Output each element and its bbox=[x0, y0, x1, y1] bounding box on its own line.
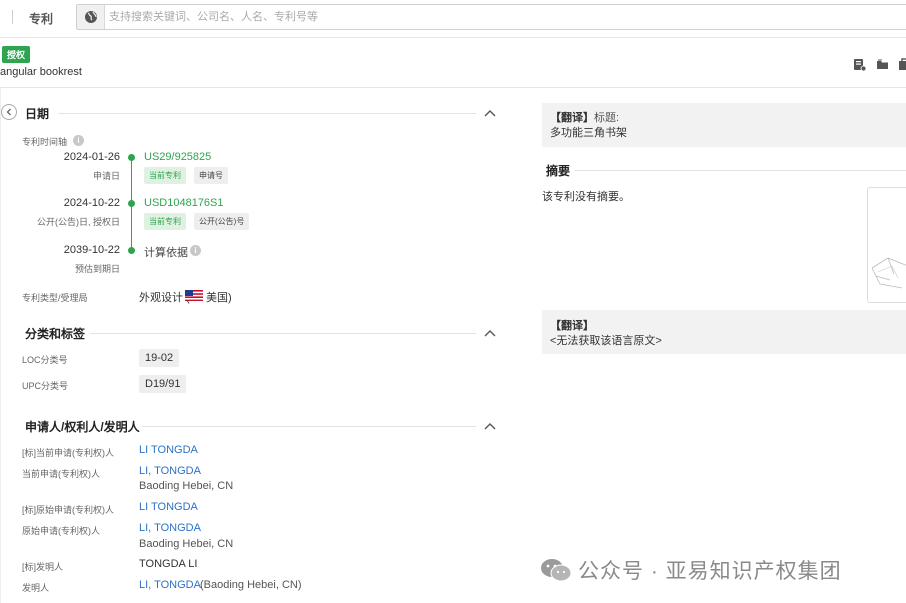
divider bbox=[58, 113, 476, 114]
party-name-link[interactable]: LI, TONGDA bbox=[139, 579, 201, 591]
search-category-select[interactable]: 专利 bbox=[29, 10, 53, 27]
watermark: 公众号 · 亚易知识产权集团 bbox=[540, 555, 842, 585]
publication-number-tag: 公开(公告)号 bbox=[194, 213, 250, 230]
chevron-left-icon bbox=[6, 108, 11, 116]
party-label: [标]当前申请(专利权)人 bbox=[22, 448, 114, 458]
chevron-up-icon[interactable] bbox=[484, 329, 496, 337]
party-label: [标]原始申请(专利权)人 bbox=[22, 505, 114, 515]
patent-drawing-thumbnail[interactable] bbox=[867, 187, 906, 303]
upc-class-value: D19/91 bbox=[139, 375, 187, 393]
translate-title-key: 标题: bbox=[594, 112, 620, 124]
collapse-sidebar-button[interactable] bbox=[1, 104, 17, 120]
party-name: TONGDA LI bbox=[139, 558, 198, 570]
top-search-bar: 专利 bbox=[0, 0, 906, 38]
loc-class-value: 19-02 bbox=[139, 349, 180, 367]
us-flag-icon bbox=[185, 290, 203, 301]
search-input[interactable] bbox=[109, 5, 869, 29]
country-value: 美国) bbox=[206, 292, 232, 304]
language-button[interactable] bbox=[77, 5, 105, 29]
translate-label: 【翻译】 bbox=[550, 320, 594, 332]
patent-type-value: 外观设计 ( bbox=[139, 292, 190, 304]
application-number-tag: 申请号 bbox=[194, 167, 228, 184]
party-location: (Baoding Hebei, CN) bbox=[200, 579, 302, 591]
party-label: 发明人 bbox=[22, 583, 50, 593]
left-panel-edge bbox=[0, 88, 1, 603]
party-name-link[interactable]: LI, TONGDA bbox=[139, 465, 201, 477]
divider bbox=[90, 333, 476, 334]
loc-class-label: LOC分类号 bbox=[22, 355, 68, 365]
current-patent-tag: 当前专利 bbox=[144, 213, 186, 230]
current-patent-tag: 当前专利 bbox=[144, 167, 186, 184]
application-number-link[interactable]: US29/925825 bbox=[144, 151, 211, 163]
timeline-label: 专利时间轴 bbox=[22, 137, 68, 147]
timeline-date: 2024-10-22 bbox=[63, 197, 120, 209]
section-title-parties: 申请人/权利人/发明人 bbox=[25, 420, 140, 434]
timeline-date-label: 申请日 bbox=[92, 171, 120, 181]
drawing-image bbox=[871, 257, 906, 289]
timeline-date: 2039-10-22 bbox=[63, 244, 120, 256]
wechat-icon bbox=[541, 559, 572, 582]
party-label: [标]发明人 bbox=[22, 562, 64, 572]
timeline-dot bbox=[128, 200, 135, 207]
patent-title: angular bookrest bbox=[0, 66, 82, 78]
search-box[interactable] bbox=[76, 4, 906, 30]
patent-header: 授权 angular bookrest bbox=[0, 38, 906, 88]
timeline-date-label: 公开(公告)日, 授权日 bbox=[37, 217, 120, 227]
info-icon[interactable]: i bbox=[190, 245, 201, 256]
divider bbox=[142, 426, 476, 427]
translated-title: 多功能三角书架 bbox=[550, 127, 627, 139]
timeline-dot bbox=[128, 247, 135, 254]
translation-box: 【翻译】 <无法获取该语言原文> bbox=[542, 310, 906, 354]
copy-icon[interactable] bbox=[898, 58, 906, 71]
globe-icon bbox=[84, 11, 97, 23]
divider bbox=[575, 170, 906, 171]
timeline-date-label: 预估到期日 bbox=[74, 264, 120, 274]
timeline-date: 2024-01-26 bbox=[63, 151, 120, 163]
upc-class-label: UPC分类号 bbox=[22, 381, 69, 391]
timeline-dot bbox=[128, 154, 135, 161]
info-icon[interactable]: i bbox=[73, 135, 84, 146]
folder-icon[interactable] bbox=[876, 58, 889, 71]
divider bbox=[12, 10, 13, 24]
chevron-up-icon[interactable] bbox=[484, 422, 496, 430]
add-note-icon[interactable] bbox=[853, 58, 866, 71]
patent-type-label: 专利类型/受理局 bbox=[22, 293, 88, 303]
abstract-title: 摘要 bbox=[546, 164, 571, 178]
party-location: Baoding Hebei, CN bbox=[139, 538, 234, 550]
title-translation-box: 【翻译】 标题: 多功能三角书架 bbox=[542, 103, 906, 147]
party-name-link[interactable]: LI TONGDA bbox=[139, 501, 198, 513]
translate-label: 【翻译】 bbox=[550, 112, 594, 124]
chevron-up-icon[interactable] bbox=[484, 109, 496, 117]
calculation-basis-label: 计算依据 bbox=[144, 247, 188, 259]
party-label: 原始申请(专利权)人 bbox=[22, 526, 100, 536]
watermark-text: 公众号 · 亚易知识产权集团 bbox=[578, 560, 842, 583]
translation-unavailable-text: <无法获取该语言原文> bbox=[550, 335, 662, 347]
publication-number-link[interactable]: USD1048176S1 bbox=[144, 197, 224, 209]
party-label: 当前申请(专利权)人 bbox=[22, 469, 100, 479]
abstract-text: 该专利没有摘要。 bbox=[542, 191, 630, 203]
party-name-link[interactable]: LI TONGDA bbox=[139, 444, 198, 456]
section-title-dates: 日期 bbox=[25, 107, 50, 121]
party-location: Baoding Hebei, CN bbox=[139, 480, 234, 492]
section-title-classification: 分类和标签 bbox=[25, 327, 86, 341]
party-name-link[interactable]: LI, TONGDA bbox=[139, 522, 201, 534]
status-badge: 授权 bbox=[2, 46, 31, 63]
